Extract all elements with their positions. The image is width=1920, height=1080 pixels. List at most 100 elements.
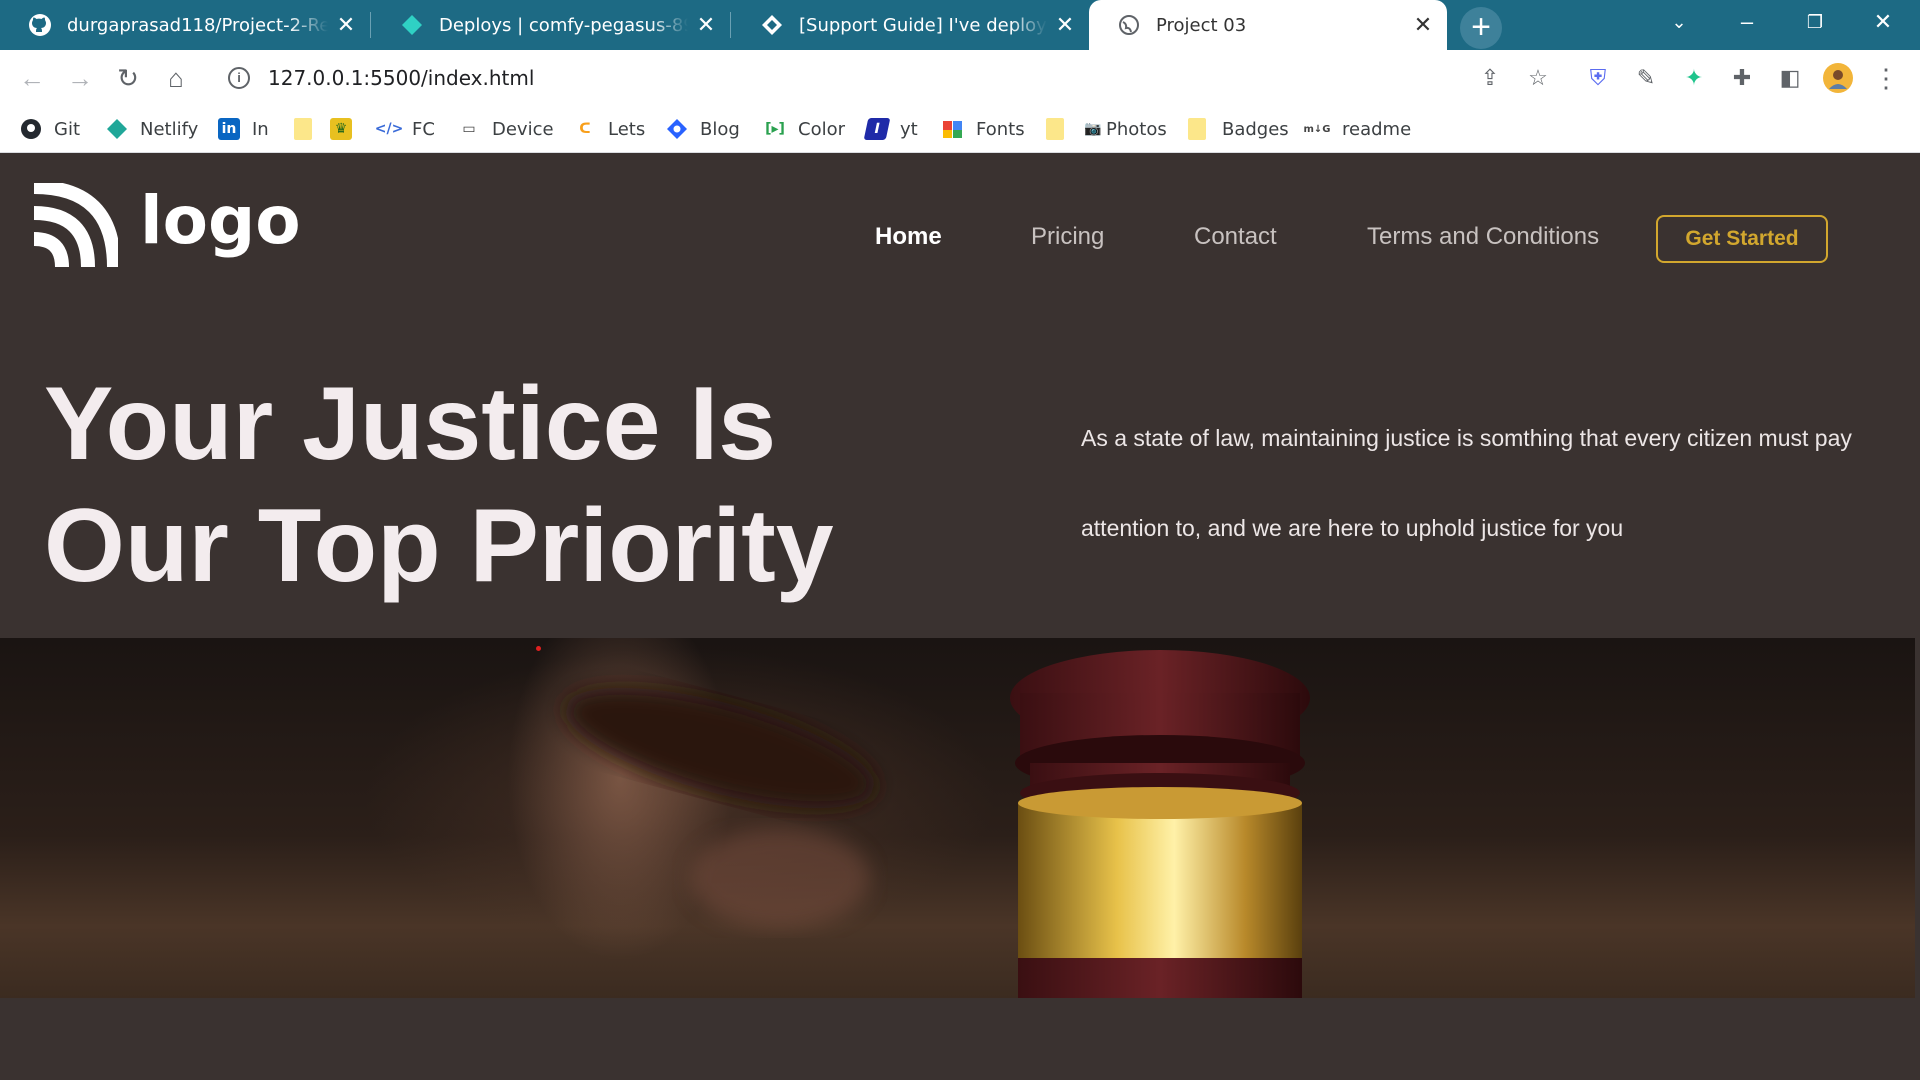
github-icon <box>20 118 42 140</box>
bookmark-lets[interactable]: ᑕ Lets <box>574 106 645 152</box>
address-bar[interactable]: i 127.0.0.1:5500/index.html <box>214 56 1564 100</box>
bookmark-badges[interactable]: Badges <box>1188 106 1289 152</box>
tab-title: Deploys | comfy-pegasus-89bed5 <box>439 14 688 36</box>
folder-icon <box>294 118 312 140</box>
minimize-icon[interactable]: – <box>1713 0 1781 44</box>
back-icon[interactable]: ← <box>16 62 48 94</box>
folder-icon <box>1046 118 1064 140</box>
tab-github[interactable]: durgaprasad118/Project-2-Restaurant ✕ <box>0 0 370 50</box>
bookmark-fonts[interactable]: Fonts <box>942 106 1025 152</box>
forward-icon[interactable]: → <box>64 62 96 94</box>
device-icon: ▭ <box>462 121 476 137</box>
restore-icon[interactable]: ❐ <box>1781 0 1849 44</box>
nav-home[interactable]: Home <box>875 223 942 251</box>
bookmark-label: Fonts <box>976 118 1025 140</box>
camera-icon: 📷 <box>1084 121 1102 137</box>
hero-description: As a state of law, maintaining justice i… <box>1081 425 1852 541</box>
code-icon: </> <box>374 121 404 137</box>
logo-text: logo <box>140 182 301 259</box>
site-info-icon[interactable]: i <box>228 67 250 89</box>
hero-title: Your Justice Is Our Top Priority <box>44 363 944 607</box>
avatar[interactable] <box>1822 62 1854 94</box>
bookmark-device[interactable]: ▭ Device <box>458 106 554 152</box>
page-section-below <box>0 998 1920 1080</box>
bookmark-label: Color <box>798 118 845 140</box>
bookmark-photos[interactable]: 📷 Photos <box>1082 106 1167 152</box>
star-icon[interactable]: ☆ <box>1522 62 1554 94</box>
color-icon: [▸] <box>765 121 785 137</box>
badge-icon: ♛ <box>330 118 352 140</box>
extension-shield-icon[interactable]: ⛨ <box>1582 62 1614 94</box>
webpage: logo Home Pricing Contact Terms and Cond… <box>0 153 1920 1080</box>
netlify-icon <box>106 118 128 140</box>
side-panel-icon[interactable]: ◧ <box>1774 62 1806 94</box>
bookmark-linkedin[interactable]: in In <box>218 106 269 152</box>
leetcode-icon: ᑕ <box>579 121 591 137</box>
github-icon <box>28 13 52 37</box>
bookmark-blog[interactable]: Blog <box>666 106 740 152</box>
bookmark-label: readme <box>1342 118 1412 140</box>
gavel-illustration <box>565 650 1310 998</box>
bookmark-netlify[interactable]: Netlify <box>106 106 198 152</box>
bookmark-label: Netlify <box>140 118 199 140</box>
extension-runner-icon[interactable]: ✦ <box>1678 62 1710 94</box>
bookmark-folder[interactable] <box>294 106 312 152</box>
bookmark-fc[interactable]: </> FC <box>374 106 435 152</box>
hero-title-line-2: Our Top Priority <box>44 488 834 604</box>
bookmark-label: yt <box>900 118 918 140</box>
menu-icon[interactable]: ⋮ <box>1870 62 1902 94</box>
fonts-icon <box>942 118 964 140</box>
bookmark-label: Photos <box>1106 118 1167 140</box>
browser-toolbar: ← → ↻ ⌂ i 127.0.0.1:5500/index.html ⇪ ☆ … <box>0 50 1920 106</box>
bookmark-readme[interactable]: m↓G readme <box>1303 106 1412 152</box>
share-icon[interactable]: ⇪ <box>1474 62 1506 94</box>
bookmark-label: Lets <box>608 118 646 140</box>
yt-icon: I <box>863 118 891 140</box>
tab-divider <box>370 12 371 38</box>
tab-title: durgaprasad118/Project-2-Restaurant <box>67 14 328 36</box>
bookmark-git[interactable]: Git <box>20 106 80 152</box>
bookmarks-bar: Git Netlify in In ♛ </> FC ▭ Device ᑕ Le… <box>0 106 1920 153</box>
close-icon[interactable]: ✕ <box>1413 12 1433 38</box>
window-close-icon[interactable]: ✕ <box>1849 0 1917 44</box>
bookmark-folder[interactable] <box>1046 106 1064 152</box>
judge-gavel-photo <box>0 638 1915 998</box>
tab-search-icon[interactable]: ⌄ <box>1645 0 1713 44</box>
puzzle-icon[interactable]: ✚ <box>1726 62 1758 94</box>
bookmark-label: In <box>252 118 269 140</box>
bookmark-label: FC <box>412 118 435 140</box>
tab-title: [Support Guide] I've deployed my site <box>799 14 1047 36</box>
tab-support-guide[interactable]: [Support Guide] I've deployed my site ✕ <box>732 0 1089 50</box>
bookmark-label: Blog <box>700 118 740 140</box>
tab-title: Project 03 <box>1156 14 1247 36</box>
close-icon[interactable]: ✕ <box>336 12 356 38</box>
eyedropper-icon[interactable]: ✎ <box>1630 62 1662 94</box>
readme-icon: m↓G <box>1303 123 1331 135</box>
nav-pricing[interactable]: Pricing <box>1031 223 1104 251</box>
bookmark-label: Badges <box>1222 118 1289 140</box>
nav-terms[interactable]: Terms and Conditions <box>1367 223 1599 251</box>
bookmark-yt[interactable]: I yt <box>863 106 918 152</box>
close-icon[interactable]: ✕ <box>1055 12 1075 38</box>
home-icon[interactable]: ⌂ <box>160 62 192 94</box>
nav-contact[interactable]: Contact <box>1194 223 1277 251</box>
folder-icon <box>1188 118 1206 140</box>
get-started-button[interactable]: Get Started <box>1656 215 1828 263</box>
hero-title-line-1: Your Justice Is <box>44 366 777 482</box>
tab-project-03[interactable]: Project 03 ✕ <box>1089 0 1447 50</box>
reload-icon[interactable]: ↻ <box>112 62 144 94</box>
hashnode-icon <box>666 118 688 140</box>
bookmark-badge[interactable]: ♛ <box>330 106 364 152</box>
tab-divider <box>730 12 731 38</box>
new-tab-button[interactable]: + <box>1460 7 1502 49</box>
bookmark-color[interactable]: [▸] Color <box>764 106 845 152</box>
url-text: 127.0.0.1:5500/index.html <box>268 66 535 90</box>
bookmark-label: Git <box>54 118 81 140</box>
close-icon[interactable]: ✕ <box>696 12 716 38</box>
bookmark-label: Device <box>492 118 554 140</box>
site-logo[interactable]: logo <box>30 180 301 276</box>
tab-netlify[interactable]: Deploys | comfy-pegasus-89bed5 ✕ <box>372 0 730 50</box>
netlify-icon <box>400 13 424 37</box>
support-guide-icon <box>760 13 784 37</box>
tab-strip: durgaprasad118/Project-2-Restaurant ✕ De… <box>0 0 1920 50</box>
